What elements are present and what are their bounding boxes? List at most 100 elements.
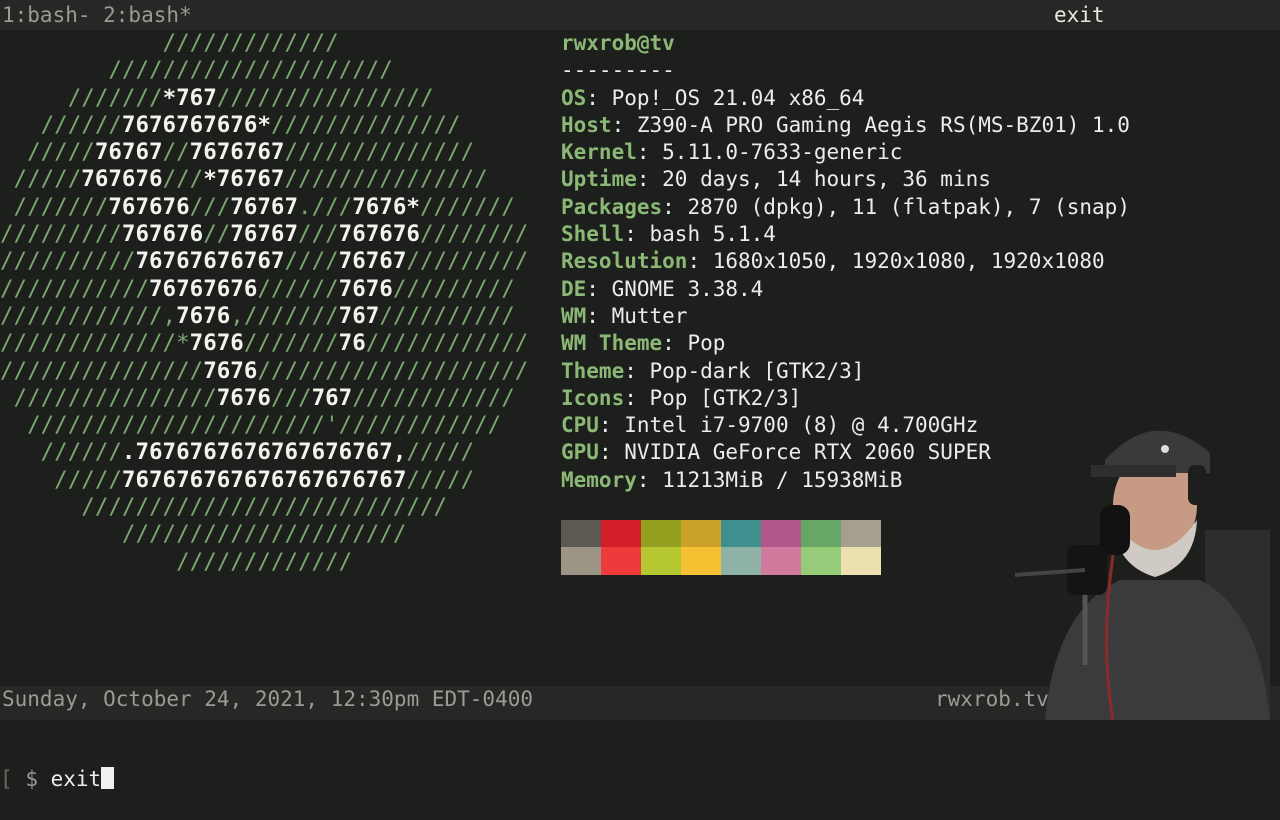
info-value: Z390-A PRO Gaming Aegis RS(MS-BZ01) 1.0 — [636, 112, 1130, 137]
palette-swatch — [841, 520, 881, 547]
logo-segment: /////////////// — [284, 166, 488, 193]
logo-segment: ///// — [0, 466, 122, 493]
logo-segment: 76 — [338, 330, 366, 357]
palette-swatch — [561, 547, 601, 575]
logo-segment: *76767 — [203, 166, 285, 193]
logo-segment: 76767676767 — [135, 248, 285, 275]
text-cursor — [101, 767, 115, 789]
logo-segment: /////////////* — [0, 330, 190, 357]
logo-segment: /// — [189, 193, 231, 220]
logo-segment: /////////// — [0, 275, 150, 302]
logo-segment: ////////////// — [270, 111, 461, 138]
logo-segment: 7676767676* — [121, 111, 271, 138]
info-value: bash 5.1.4 — [649, 222, 776, 247]
logo-segment: 76767676 — [149, 275, 258, 302]
palette-swatch — [761, 547, 801, 575]
logo-segment: /////// — [419, 193, 515, 220]
info-row: WM Theme: Pop — [561, 331, 726, 356]
info-row: Shell: bash 5.1.4 — [561, 222, 776, 247]
info-value: 11213MiB / 15938MiB — [662, 467, 903, 492]
logo-segment: ///////////////////// — [0, 57, 393, 84]
info-row: Packages: 2870 (dpkg), 11 (flatpak), 7 (… — [561, 194, 1130, 219]
logo-segment: 76767 — [230, 221, 299, 248]
user-host: rwxrob@tv — [561, 31, 675, 55]
logo-segment: /////// — [243, 330, 339, 357]
info-key: Host — [561, 112, 612, 137]
logo-segment: ////// — [0, 111, 122, 138]
logo-segment: 7676 — [203, 357, 258, 384]
info-value: Mutter — [611, 303, 688, 328]
info-row: Uptime: 20 days, 14 hours, 36 mins — [561, 167, 991, 192]
palette-swatch — [641, 547, 681, 575]
prompt-dollar: $ — [25, 767, 38, 791]
logo-segment: 767676 — [108, 193, 190, 220]
info-value: 2870 (dpkg), 11 (flatpak), 7 (snap) — [687, 194, 1130, 219]
logo-segment: ////// — [0, 439, 122, 466]
palette-swatch — [641, 520, 681, 547]
info-value: NVIDIA GeForce RTX 2060 SUPER — [624, 440, 991, 465]
logo-segment: 767 — [338, 302, 380, 329]
logo-segment: ,/////// — [230, 302, 339, 329]
info-value: 5.11.0-7633-generic — [662, 140, 903, 165]
logo-segment: /////// — [0, 84, 163, 111]
shell-prompt[interactable]: [ rwxrob.tv:boost(main) [ $ exit — [0, 631, 291, 820]
logo-segment: 7676767 — [189, 139, 285, 166]
logo-segment: /// — [162, 166, 204, 193]
logo-segment: 767 — [311, 384, 353, 411]
logo-segment: ///////// — [392, 275, 515, 302]
logo-segment: 76767 — [94, 139, 163, 166]
info-key: Icons — [561, 385, 625, 410]
info-value: Pop — [687, 331, 726, 356]
palette-swatch — [681, 520, 721, 547]
info-row: WM: Mutter — [561, 303, 688, 328]
logo-segment: //////////////////// — [257, 357, 529, 384]
streamer-webcam-icon — [1014, 430, 1270, 720]
logo-segment: 7676* — [352, 193, 420, 220]
logo-segment: ///////// — [0, 221, 122, 248]
logo-segment: ////// — [257, 275, 339, 302]
palette-swatch — [561, 520, 601, 547]
palette-swatch — [801, 520, 841, 547]
logo-segment: //////////// — [365, 330, 529, 357]
info-row: DE: GNOME 3.38.4 — [561, 276, 764, 301]
info-key: CPU — [561, 413, 599, 438]
logo-segment: /////////////////////////// — [0, 494, 448, 521]
info-key: DE — [561, 276, 587, 301]
palette-swatch — [721, 520, 761, 547]
palette-swatch — [801, 547, 841, 575]
logo-segment: 76767 — [338, 248, 407, 275]
logo-segment: ///// — [0, 139, 95, 166]
logo-segment: //// — [284, 248, 339, 275]
info-value: Pop-dark [GTK2/3] — [649, 358, 865, 383]
logo-segment: //////////// — [352, 384, 515, 411]
logo-segment: //////// — [419, 221, 529, 248]
logo-segment: .7676767676767676767, — [121, 439, 407, 466]
command-input[interactable]: exit — [51, 767, 102, 791]
logo-segment: *767 — [162, 84, 217, 111]
info-key: Memory — [561, 467, 637, 492]
palette-swatch — [681, 547, 721, 575]
info-value: Pop!_OS 21.04 x86_64 — [611, 85, 865, 110]
palette-swatch — [721, 547, 761, 575]
logo-segment: 767676767676767676767 — [121, 466, 407, 493]
logo-segment: 7676 — [216, 384, 271, 411]
logo-segment: 76767 — [230, 193, 299, 220]
info-value: Intel i7-9700 (8) @ 4.700GHz — [624, 413, 979, 438]
color-palette — [561, 520, 881, 575]
tmux-window-list[interactable]: 1:bash- 2:bash* — [2, 3, 192, 27]
info-key: OS — [561, 85, 587, 110]
info-key: WM Theme — [561, 331, 663, 356]
logo-segment: ///////////// — [0, 30, 339, 56]
logo-segment: ///// — [406, 466, 475, 493]
logo-segment: ///////////////////// — [0, 521, 407, 548]
logo-segment: ///////// — [406, 248, 529, 275]
info-value: 1680x1050, 1920x1080, 1920x1080 — [712, 249, 1105, 274]
logo-segment: /////////////// — [0, 357, 204, 384]
info-key: GPU — [561, 440, 599, 465]
info-row: Host: Z390-A PRO Gaming Aegis RS(MS-BZ01… — [561, 112, 1130, 137]
info-row: Theme: Pop-dark [GTK2/3] — [561, 358, 865, 383]
palette-swatch — [601, 547, 641, 575]
logo-segment: ////////////, — [0, 302, 177, 329]
logo-segment: ////////////// — [284, 139, 475, 166]
logo-segment: 767676 — [121, 221, 204, 248]
